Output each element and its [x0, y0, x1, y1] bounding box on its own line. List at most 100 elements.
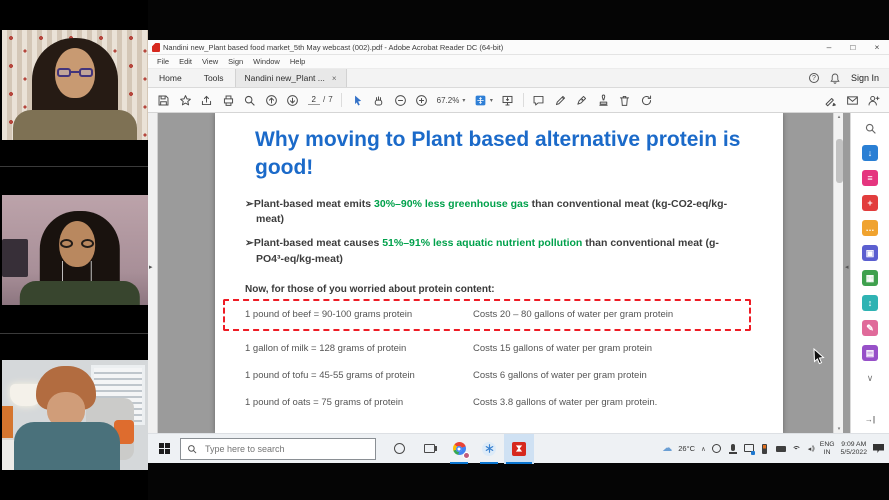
toolbar-divider [341, 93, 343, 107]
participant-video-3[interactable] [2, 360, 148, 470]
search-icon[interactable] [243, 94, 256, 107]
previous-page-icon[interactable] [265, 94, 278, 107]
tool-comment-icon[interactable]: … [862, 220, 878, 236]
tool-fill-sign-icon[interactable]: ✎ [862, 320, 878, 336]
panel-collapse-icon[interactable]: →| [862, 412, 878, 428]
temperature[interactable]: 26°C [678, 444, 695, 453]
help-icon[interactable]: ? [808, 73, 819, 83]
page-number-field[interactable]: 2 / 7 [307, 95, 333, 105]
scrollbar-thumb[interactable] [835, 139, 843, 183]
tab-document-label: Nandini new_Plant ... [244, 73, 325, 83]
hand-tool-icon[interactable] [372, 94, 385, 107]
participant-video-2[interactable] [2, 195, 148, 305]
weather-cloud-icon[interactable]: ☁ [662, 443, 672, 454]
zoom-level-value[interactable]: 67.2% [437, 96, 460, 105]
tab-close-icon[interactable]: × [332, 74, 337, 83]
bullet-2: ➢Plant-based meat causes 51%–91% less aq… [245, 237, 719, 265]
print-icon[interactable] [222, 94, 235, 107]
select-tool-icon[interactable] [351, 94, 364, 107]
tool-organize-pages-icon[interactable]: ▦ [862, 270, 878, 286]
taskbar-search[interactable] [177, 437, 376, 460]
menu-window[interactable]: Window [248, 57, 285, 66]
bell-icon[interactable] [830, 73, 840, 84]
onedrive-icon[interactable] [711, 443, 722, 454]
app-button[interactable] [474, 434, 504, 464]
more-tools-chevron-icon[interactable]: ∨ [862, 370, 878, 386]
cortana-button[interactable] [384, 434, 414, 464]
clock[interactable]: 9:09 AM 5/5/2022 [841, 441, 867, 457]
sign-in-button[interactable]: Sign In [851, 73, 879, 83]
acrobat-button[interactable] [504, 433, 534, 464]
scroll-down-icon[interactable]: ▾ [834, 426, 844, 432]
microphone-icon[interactable] [728, 443, 738, 454]
battery-icon[interactable] [760, 443, 770, 454]
tab-tools[interactable]: Tools [193, 69, 235, 87]
fill-sign-pen-icon[interactable] [575, 94, 588, 107]
minimize-button[interactable]: – [817, 40, 841, 54]
trash-icon[interactable] [618, 94, 631, 107]
zoom-level-field[interactable]: 67.2% ▾ [437, 96, 466, 105]
collapse-tools-panel-icon[interactable]: ◂ [845, 263, 849, 271]
maximize-button[interactable]: □ [841, 40, 865, 54]
start-button[interactable] [151, 434, 177, 464]
envelope-icon[interactable] [846, 94, 859, 107]
pdf-page: Why moving to Plant based alternative pr… [215, 113, 783, 433]
menu-edit[interactable]: Edit [174, 57, 197, 66]
menu-help[interactable]: Help [285, 57, 310, 66]
menu-view[interactable]: View [197, 57, 223, 66]
zoom-caret-icon[interactable]: ▾ [462, 97, 465, 104]
tool-create-pdf-icon[interactable]: + [862, 195, 878, 211]
zoom-in-icon[interactable] [415, 94, 428, 107]
zoom-out-icon[interactable] [394, 94, 407, 107]
person-add-icon[interactable] [867, 94, 880, 107]
expand-left-panel-icon[interactable]: ▸ [149, 263, 153, 271]
tool-compress-pdf-icon[interactable]: ↕ [862, 295, 878, 311]
signature-pen-icon[interactable] [824, 94, 837, 107]
participant-video-1[interactable] [2, 30, 148, 140]
menu-file[interactable]: File [152, 57, 174, 66]
refresh-icon[interactable] [640, 94, 653, 107]
page-view-caret-icon[interactable]: ▾ [490, 97, 493, 104]
windows-logo-icon [158, 443, 170, 454]
comment-icon[interactable] [532, 94, 545, 107]
webcast-screen: Nandini new_Plant based food market_5th … [0, 0, 889, 500]
vertical-scrollbar[interactable]: ▴ ▾ [833, 113, 843, 433]
laptop-icon[interactable] [775, 444, 786, 454]
tool-edit-pdf-icon[interactable]: ≡ [862, 170, 878, 186]
video-divider [0, 166, 148, 167]
tool-export-pdf-icon[interactable]: ↓ [862, 145, 878, 161]
chrome-button[interactable] [444, 434, 474, 464]
next-page-icon[interactable] [286, 94, 299, 107]
display-icon[interactable] [743, 443, 754, 454]
action-center-icon[interactable] [873, 444, 884, 453]
tool-search-icon[interactable] [862, 120, 878, 136]
tab-document[interactable]: Nandini new_Plant ... × [234, 69, 347, 87]
save-icon[interactable] [157, 94, 170, 107]
presentation-mode-icon[interactable] [501, 94, 514, 107]
tab-home[interactable]: Home [148, 69, 193, 87]
tray-chevron-icon[interactable]: ∧ [701, 445, 706, 453]
left-panel-collapsed[interactable]: ▸ [148, 113, 158, 433]
search-input[interactable] [180, 437, 376, 460]
network-icon[interactable] [791, 444, 802, 454]
menu-sign[interactable]: Sign [223, 57, 248, 66]
page-view-button[interactable]: ▾ [474, 94, 493, 107]
stamp-icon[interactable] [597, 94, 610, 107]
star-icon[interactable] [179, 94, 192, 107]
video-divider [0, 333, 148, 334]
task-view-button[interactable] [414, 434, 444, 464]
share-icon[interactable] [200, 94, 213, 107]
current-page[interactable]: 2 [307, 95, 320, 105]
participant-2-torso [19, 281, 140, 305]
language-indicator[interactable]: ENG IN [820, 441, 835, 457]
volume-icon[interactable]: ◂)) [808, 445, 815, 453]
tool-combine-files-icon[interactable]: ▣ [862, 245, 878, 261]
acrobat-window: Nandini new_Plant based food market_5th … [148, 40, 889, 464]
close-button[interactable]: × [865, 40, 889, 54]
slide-subheading: Now, for those of you worried about prot… [245, 284, 495, 295]
pencil-icon[interactable] [554, 94, 567, 107]
scroll-up-icon[interactable]: ▴ [834, 114, 844, 120]
tool-scan-ocr-icon[interactable]: ▤ [862, 345, 878, 361]
tools-panel: ↓ ≡ + … ▣ ▦ ↕ ✎ ▤ ∨ →| [850, 113, 889, 433]
profile-badge [463, 451, 470, 459]
